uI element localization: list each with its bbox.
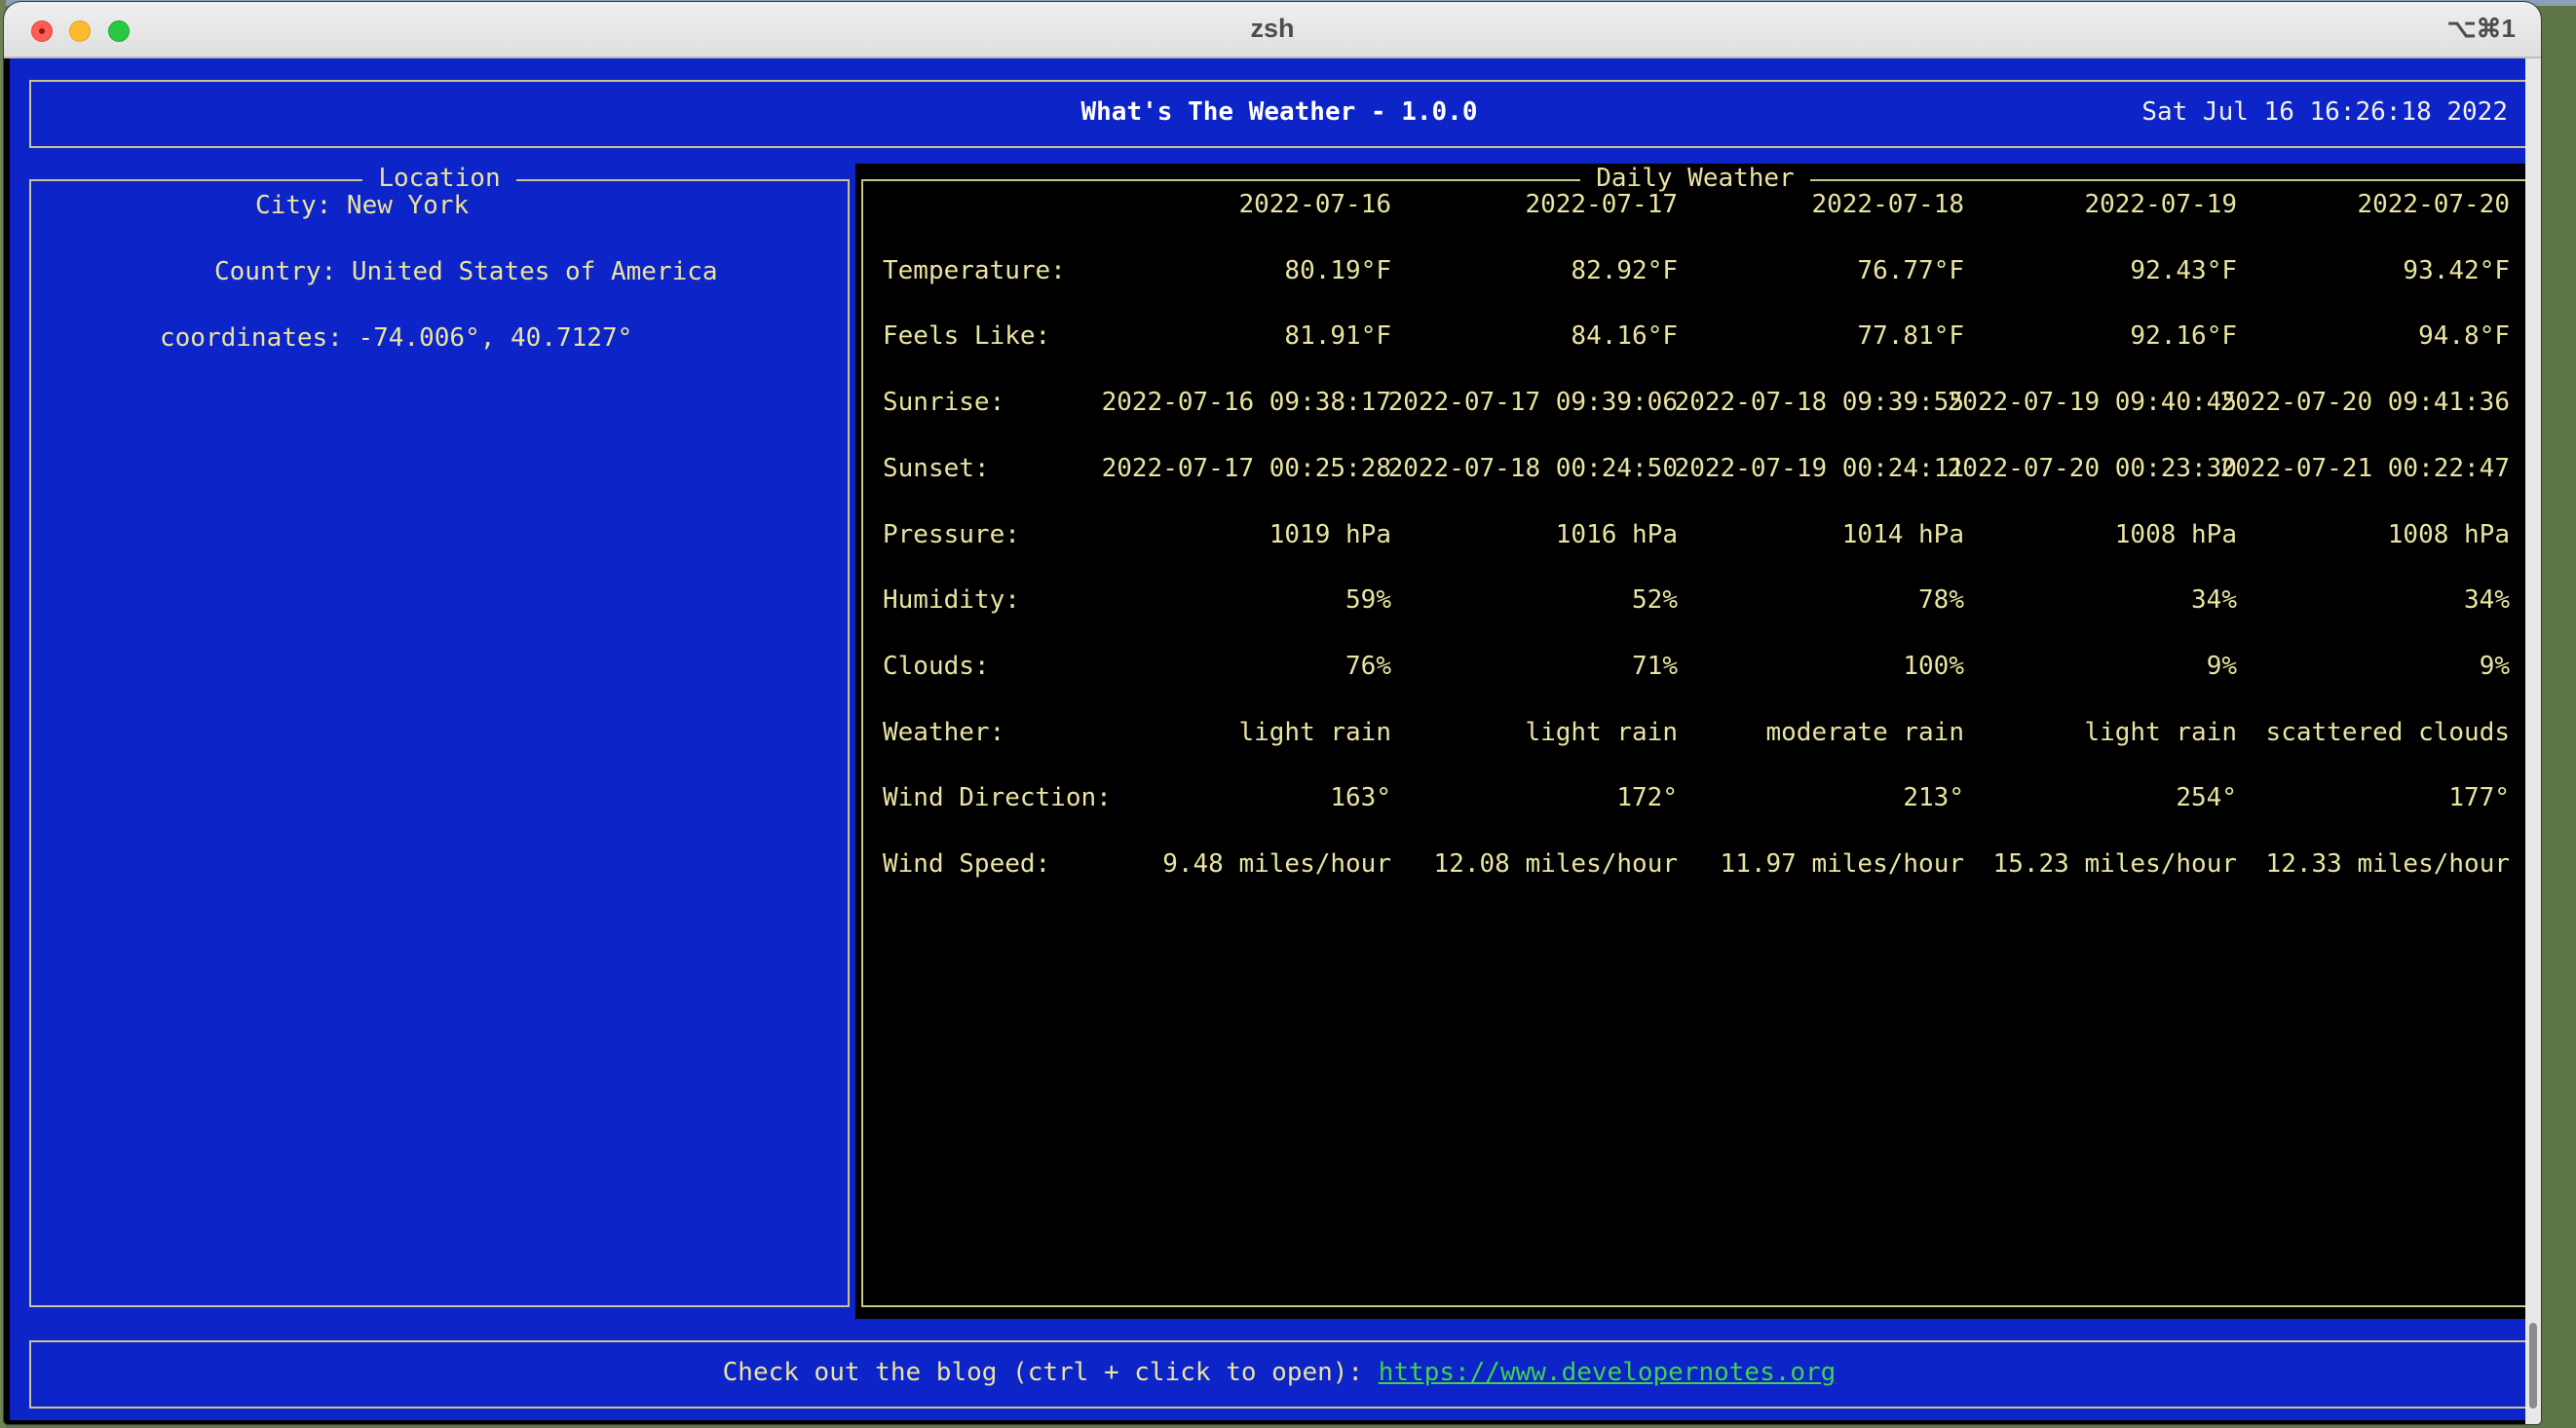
weather-value: light rain (1525, 717, 1678, 747)
weather-value: 2022-07-18 09:39:55 (1674, 388, 1964, 418)
weather-value: moderate rain (1765, 717, 1965, 747)
weather-value: 94.8°F (2418, 321, 2510, 352)
weather-value: 34% (2191, 585, 2237, 616)
weather-value: 2022-07-19 00:24:11 (1674, 453, 1964, 483)
row-label: Wind Direction: (883, 783, 1112, 813)
row-label: Weather: (883, 717, 1005, 747)
weather-value: 254° (2176, 783, 2237, 813)
weather-value: 1016 hPa (1555, 519, 1678, 549)
weather-value: 2022-07-21 00:22:47 (2219, 453, 2510, 483)
footer-bar: Check out the blog (ctrl + click to open… (29, 1340, 2529, 1409)
country-label: Country: United States of America (214, 257, 718, 286)
daily-weather-panel: Daily Weather 2022-07-16 2022-07-17 2022-0… (861, 164, 2529, 1307)
row-label: Pressure: (883, 519, 1020, 549)
weather-value: 80.19°F (1284, 255, 1391, 285)
weather-value: 76.77°F (1857, 255, 1964, 285)
weather-value: light rain (2084, 717, 2237, 747)
weather-value: 78% (1918, 585, 1964, 616)
weather-value: 93.42°F (2403, 255, 2510, 285)
current-datetime: Sat Jul 16 16:26:18 2022 (2141, 97, 2508, 127)
window-shortcut: ⌥⌘1 (2446, 14, 2516, 43)
scrollbar[interactable] (2525, 58, 2541, 1424)
date-header: 2022-07-18 (1811, 190, 1964, 219)
weather-value: 12.08 miles/hour (1433, 849, 1678, 879)
weather-value: 81.91°F (1284, 321, 1391, 352)
weather-value: 59% (1345, 585, 1391, 616)
weather-value: 100% (1903, 651, 1964, 681)
weather-value: scattered clouds (2265, 717, 2510, 747)
date-header: 2022-07-19 (2084, 190, 2237, 219)
weather-value: 2022-07-20 00:23:30 (1947, 453, 2237, 483)
weather-value: 84.16°F (1571, 321, 1678, 352)
weather-value: 2022-07-17 09:39:06 (1387, 388, 1678, 418)
weather-value: 52% (1632, 585, 1678, 616)
date-header: 2022-07-17 (1525, 190, 1678, 219)
weather-value: 9% (2479, 651, 2510, 681)
weather-value: 2022-07-19 09:40:45 (1947, 388, 2237, 418)
weather-value: 76% (1345, 651, 1391, 681)
weather-value: 163° (1330, 783, 1391, 813)
weather-value: 2022-07-18 00:24:50 (1387, 453, 1678, 483)
weather-value: 2022-07-16 09:38:17 (1101, 388, 1391, 418)
weather-value: 177° (2448, 783, 2510, 813)
weather-value: 92.16°F (2130, 321, 2237, 352)
weather-value: 1008 hPa (2387, 519, 2510, 549)
city-label: City: New York (255, 191, 470, 220)
footer-text: Check out the blog (ctrl + click to open… (722, 1358, 1379, 1387)
weather-value: 2022-07-17 00:25:28 (1101, 453, 1391, 483)
scrollbar-thumb[interactable] (2529, 1323, 2537, 1409)
weather-value: 213° (1903, 783, 1964, 813)
blog-link[interactable]: https://www.developernotes.org (1379, 1358, 1837, 1387)
weather-value: 15.23 miles/hour (1992, 849, 2237, 879)
weather-value: 1014 hPa (1841, 519, 1964, 549)
weather-value: 12.33 miles/hour (2265, 849, 2510, 879)
terminal-window: zsh ⌥⌘1 What's The Weather - 1.0.0 Sat J… (4, 2, 2541, 1424)
app-header: What's The Weather - 1.0.0 Sat Jul 16 16… (29, 80, 2529, 148)
row-label: Clouds: (883, 651, 990, 681)
row-label: Sunset: (883, 453, 990, 483)
weather-value: 82.92°F (1571, 255, 1678, 285)
location-panel: Location City: New York Country: United … (29, 164, 850, 1307)
weather-value: 77.81°F (1857, 321, 1964, 352)
weather-value: 71% (1632, 651, 1678, 681)
terminal-content[interactable]: What's The Weather - 1.0.0 Sat Jul 16 16… (10, 58, 2533, 1420)
row-label: Feels Like: (883, 321, 1051, 352)
row-label: Temperature: (883, 255, 1066, 285)
weather-value: 34% (2464, 585, 2510, 616)
weather-value: 2022-07-20 09:41:36 (2219, 388, 2510, 418)
title-bar[interactable]: zsh ⌥⌘1 (4, 2, 2541, 58)
row-label: Sunrise: (883, 388, 1005, 418)
row-label: Humidity: (883, 585, 1020, 616)
weather-value: 172° (1616, 783, 1678, 813)
date-header: 2022-07-20 (2357, 190, 2510, 219)
weather-value: light rain (1238, 717, 1391, 747)
weather-value: 1019 hPa (1269, 519, 1391, 549)
weather-value: 9% (2206, 651, 2237, 681)
weather-value: 1008 hPa (2114, 519, 2237, 549)
coordinates-label: coordinates: -74.006°, 40.7127° (160, 323, 633, 353)
row-label: Wind Speed: (883, 849, 1051, 879)
date-header: 2022-07-16 (1238, 190, 1391, 219)
window-title: zsh (1250, 14, 1295, 43)
weather-value: 92.43°F (2130, 255, 2237, 285)
location-panel-title: Location (362, 164, 516, 193)
weather-value: 9.48 miles/hour (1162, 849, 1391, 879)
weather-value: 11.97 miles/hour (1720, 849, 1964, 879)
